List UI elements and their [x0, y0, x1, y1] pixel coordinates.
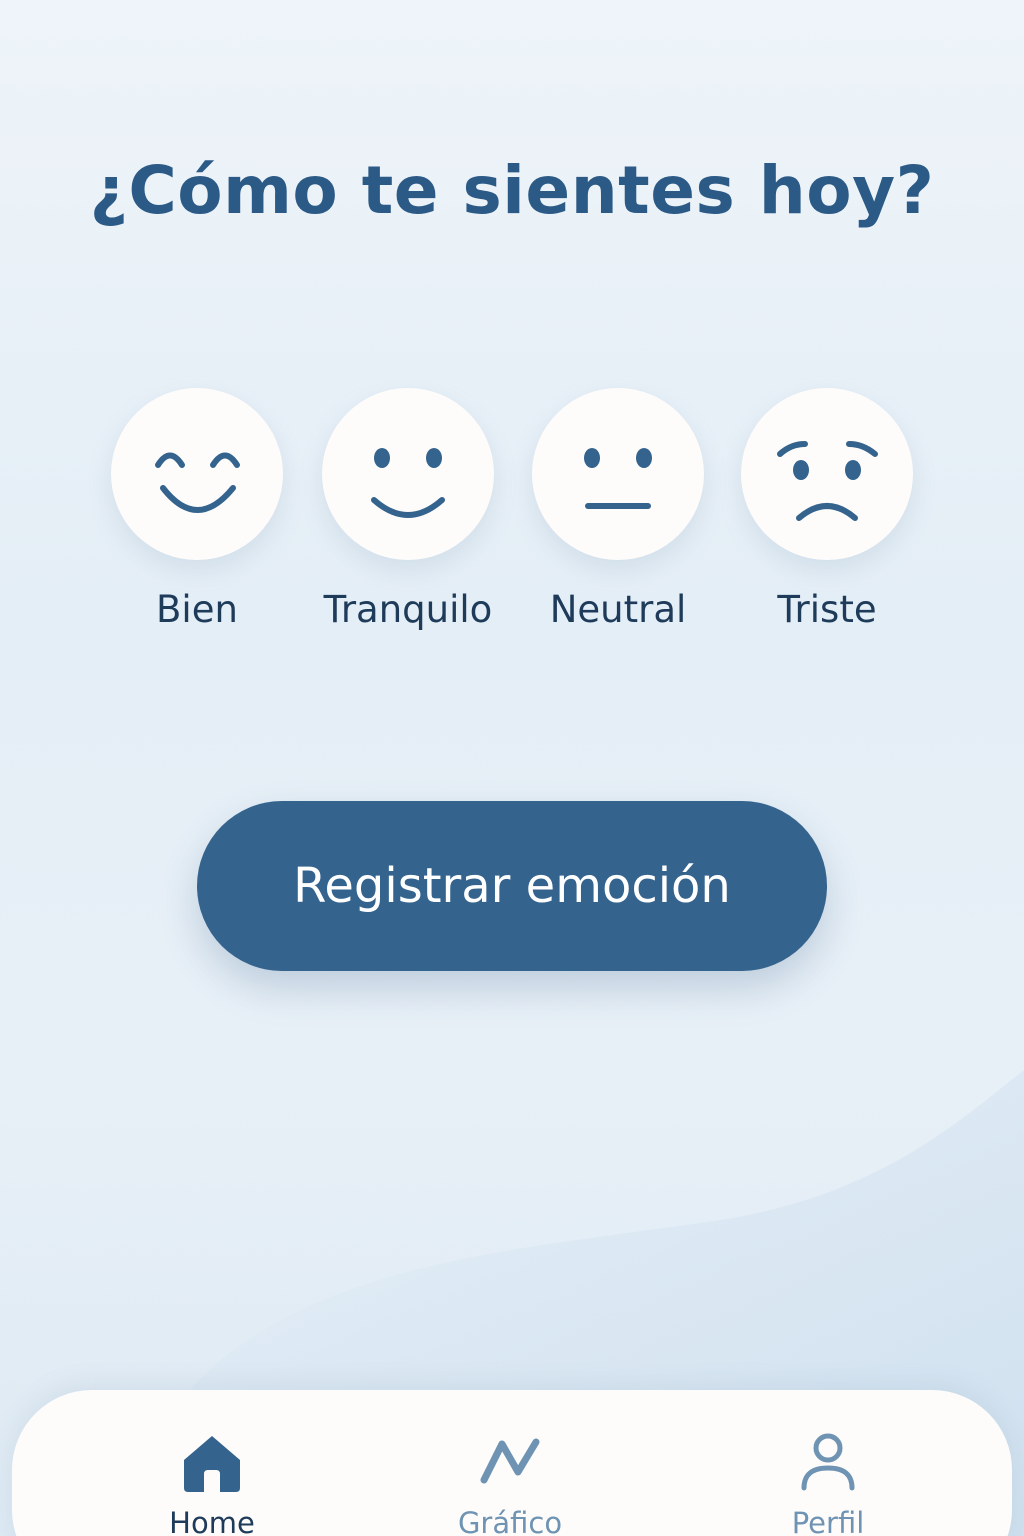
bottom-nav: Home Gráfico Perfil	[12, 1390, 1012, 1536]
mood-option-tranquilo[interactable]: Tranquilo	[308, 388, 508, 638]
nav-label-home: Home	[169, 1506, 255, 1536]
nav-item-grafico[interactable]: Gráfico	[410, 1430, 610, 1536]
mood-option-neutral[interactable]: Neutral	[518, 388, 718, 638]
neutral-face-icon	[532, 388, 704, 560]
mood-label: Neutral	[549, 588, 687, 631]
mood-label: Bien	[156, 588, 238, 631]
nav-item-home[interactable]: Home	[112, 1430, 312, 1536]
mood-label: Triste	[777, 588, 877, 631]
sad-face-icon	[741, 388, 913, 560]
mood-label: Tranquilo	[323, 588, 493, 631]
register-emotion-button[interactable]: Registrar emoción	[197, 801, 827, 971]
user-icon	[801, 1433, 855, 1491]
chart-line-icon	[480, 1438, 540, 1484]
background-wave	[180, 1070, 1024, 1536]
mood-selector: Bien Tranquilo Neutral Triste	[0, 388, 1024, 648]
home-icon	[184, 1436, 240, 1492]
nav-label-perfil: Perfil	[791, 1506, 865, 1536]
nav-item-perfil[interactable]: Perfil	[728, 1430, 928, 1536]
happy-face-icon	[111, 388, 283, 560]
mood-option-bien[interactable]: Bien	[97, 388, 297, 638]
mood-option-triste[interactable]: Triste	[727, 388, 927, 638]
page-title: ¿Cómo te sientes hoy?	[89, 152, 935, 229]
smile-face-icon	[322, 388, 494, 560]
nav-label-grafico: Gráfico	[457, 1506, 563, 1536]
